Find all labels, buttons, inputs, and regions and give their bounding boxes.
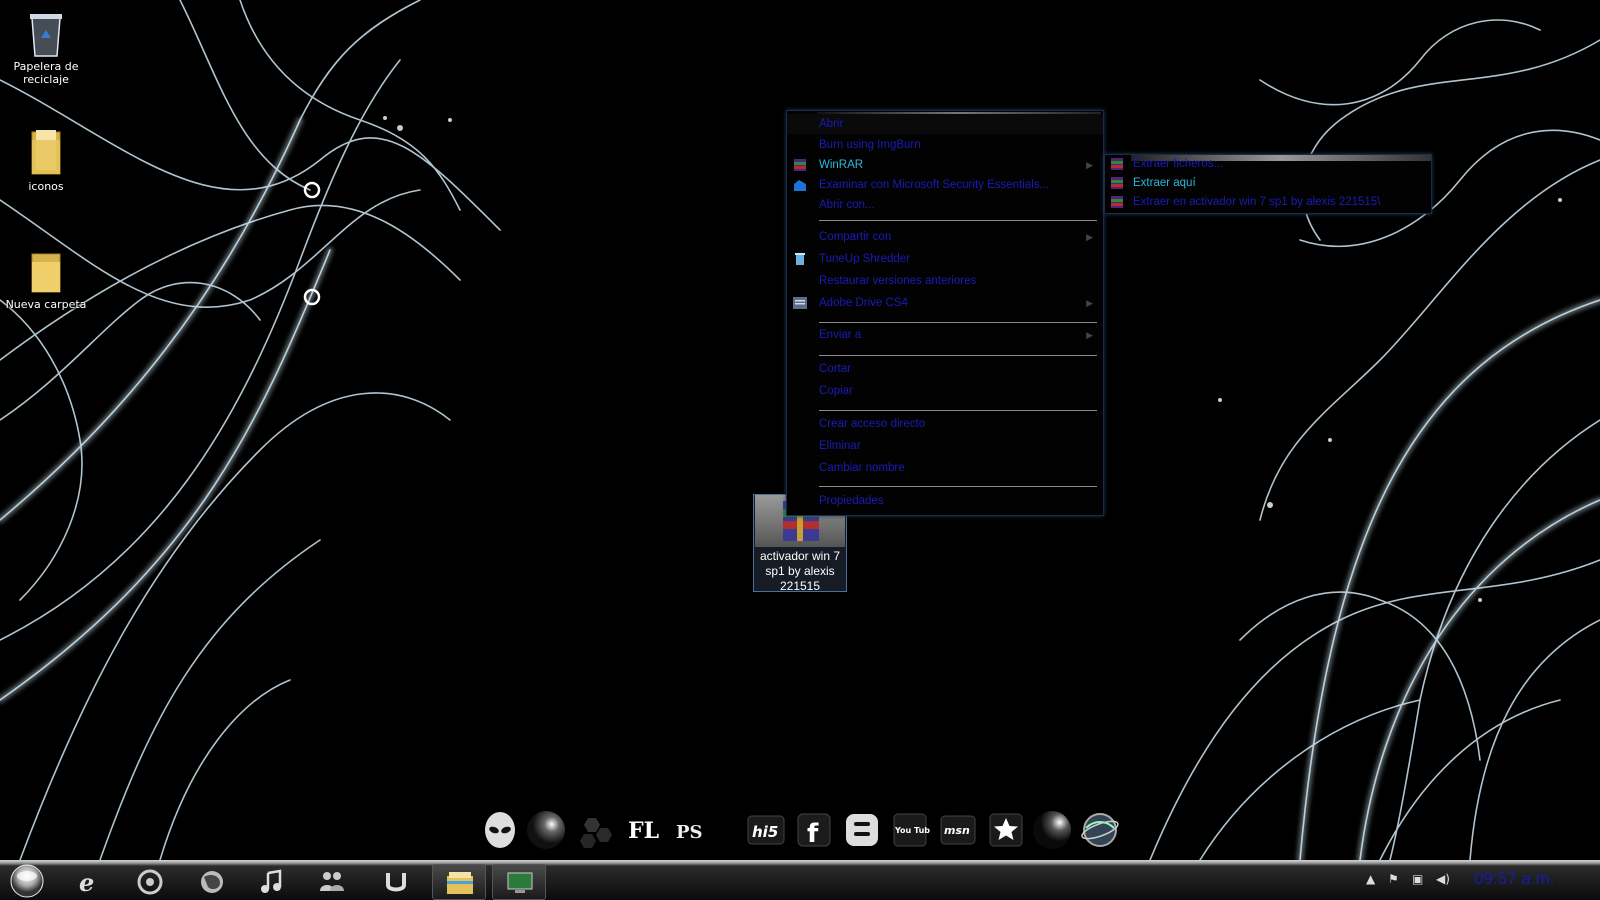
menu-item-burn-imgburn[interactable]: Burn using ImgBurn <box>787 135 1103 155</box>
messenger-icon <box>320 872 344 891</box>
menu-separator <box>819 355 1097 356</box>
star-icon[interactable] <box>986 810 1026 850</box>
svg-text:e: e <box>79 869 94 895</box>
taskbar-chrome[interactable] <box>124 864 176 898</box>
alien-icon[interactable] <box>480 810 520 850</box>
computer-icon <box>507 872 533 893</box>
winrar-submenu: Extraer ficheros... Extraer aquí Extraer… <box>1104 154 1432 214</box>
menu-item-adobe-drive[interactable]: Adobe Drive CS4 ▶ <box>787 293 1103 313</box>
desktop-icon-recycle-bin[interactable]: Papelera de reciclaje <box>4 10 88 86</box>
trash-icon <box>792 251 808 267</box>
menu-item-compartir-con[interactable]: Compartir con ▶ <box>787 227 1103 247</box>
menu-item-propiedades[interactable]: Propiedades <box>787 491 1103 511</box>
photoshop-icon[interactable]: PS <box>670 810 710 850</box>
folder-icon <box>31 130 61 175</box>
fl-studio-icon[interactable]: FL <box>624 810 664 850</box>
menu-item-enviar-a[interactable]: Enviar a ▶ <box>787 325 1103 345</box>
action-center-flag-icon[interactable]: ⚑ <box>1388 872 1399 886</box>
recycle-bin-icon <box>30 14 62 57</box>
svg-text:msn: msn <box>944 824 970 837</box>
start-button[interactable] <box>2 864 52 898</box>
context-menu: Abrir Burn using ImgBurn WinRAR ▶ Examin… <box>786 110 1104 516</box>
menu-separator <box>819 486 1097 487</box>
hexagons-icon[interactable] <box>578 810 618 850</box>
winrar-icon <box>1110 176 1124 190</box>
svg-text:PS: PS <box>676 822 703 843</box>
hi5-icon[interactable]: hi5 <box>746 810 786 850</box>
menu-item-copiar[interactable]: Copiar <box>787 381 1103 401</box>
globe-icon[interactable] <box>1080 810 1120 850</box>
submenu-item-extraer-en[interactable]: Extraer en activador win 7 sp1 by alexis… <box>1105 193 1431 212</box>
menu-item-abrir[interactable]: Abrir <box>787 114 1103 134</box>
taskbar: e <box>0 860 1600 900</box>
taskbar-ie[interactable]: e <box>62 864 114 898</box>
menu-item-abrir-con[interactable]: Abrir con... <box>787 195 1103 215</box>
network-icon[interactable]: ▣ <box>1412 872 1423 886</box>
desktop-icon-iconos[interactable]: iconos <box>4 128 88 193</box>
desktop-icon-label: Nueva carpeta <box>5 298 87 311</box>
winrar-icon <box>1110 157 1124 171</box>
winrar-icon <box>792 157 808 173</box>
folder-icon <box>31 253 61 293</box>
menu-item-security-essentials[interactable]: Examinar con Microsoft Security Essentia… <box>787 175 1103 195</box>
desktop-icon-nueva-carpeta[interactable]: Nueva carpeta <box>4 250 88 311</box>
chrome-icon <box>137 869 163 895</box>
orb-icon[interactable] <box>526 810 566 850</box>
menu-item-cortar[interactable]: Cortar <box>787 359 1103 379</box>
taskbar-utorrent[interactable] <box>370 864 422 898</box>
menu-item-restaurar-versiones[interactable]: Restaurar versiones anteriores <box>787 271 1103 291</box>
desktop-icon-label: Papelera de reciclaje <box>13 60 79 86</box>
internet-explorer-icon: e <box>79 869 94 895</box>
taskbar-firefox[interactable] <box>186 864 238 898</box>
utorrent-icon <box>386 873 406 892</box>
adobe-drive-icon <box>792 295 808 311</box>
blogger-icon[interactable] <box>842 810 882 850</box>
svg-text:You Tube: You Tube <box>894 826 930 835</box>
tray-expand-icon[interactable]: ▲ <box>1366 872 1375 886</box>
menu-separator <box>819 410 1097 411</box>
taskbar-clock[interactable]: 09:57 a.m. <box>1474 869 1554 889</box>
explorer-icon <box>447 872 473 894</box>
svg-text:FL: FL <box>628 818 659 844</box>
file-label: activador win 7 sp1 by alexis 221515 <box>759 549 841 593</box>
menu-item-crear-acceso-directo[interactable]: Crear acceso directo <box>787 414 1103 434</box>
moon-orb-icon[interactable] <box>1032 810 1072 850</box>
menu-separator <box>819 220 1097 221</box>
msn-icon[interactable]: msn <box>938 810 978 850</box>
submenu-arrow-icon: ▶ <box>1086 160 1093 170</box>
submenu-arrow-icon: ▶ <box>1086 298 1093 308</box>
menu-item-tuneup-shredder[interactable]: TuneUp Shredder <box>787 249 1103 269</box>
taskbar-computer[interactable] <box>492 864 546 900</box>
svg-text:f: f <box>807 819 819 849</box>
security-essentials-icon <box>792 177 808 193</box>
menu-item-eliminar[interactable]: Eliminar <box>787 436 1103 456</box>
menu-item-cambiar-nombre[interactable]: Cambiar nombre <box>787 458 1103 478</box>
firefox-icon <box>201 871 223 893</box>
music-icon <box>261 869 282 893</box>
submenu-item-extraer-aqui[interactable]: Extraer aquí <box>1105 174 1431 193</box>
submenu-item-extraer-ficheros[interactable]: Extraer ficheros... <box>1105 155 1431 174</box>
submenu-arrow-icon: ▶ <box>1086 330 1093 340</box>
winrar-icon <box>1110 195 1124 209</box>
youtube-icon[interactable]: You Tube <box>890 810 930 850</box>
svg-text:hi5: hi5 <box>752 823 778 841</box>
taskbar-explorer[interactable] <box>432 864 486 900</box>
taskbar-music[interactable] <box>246 864 298 898</box>
menu-separator <box>819 322 1097 323</box>
taskbar-messenger[interactable] <box>306 864 358 898</box>
facebook-icon[interactable]: f <box>794 810 834 850</box>
menu-item-winrar[interactable]: WinRAR ▶ <box>787 155 1103 175</box>
submenu-arrow-icon: ▶ <box>1086 232 1093 242</box>
volume-icon[interactable]: ◀) <box>1436 872 1450 886</box>
desktop-icon-label: iconos <box>28 180 64 193</box>
start-orb-icon <box>10 864 44 898</box>
